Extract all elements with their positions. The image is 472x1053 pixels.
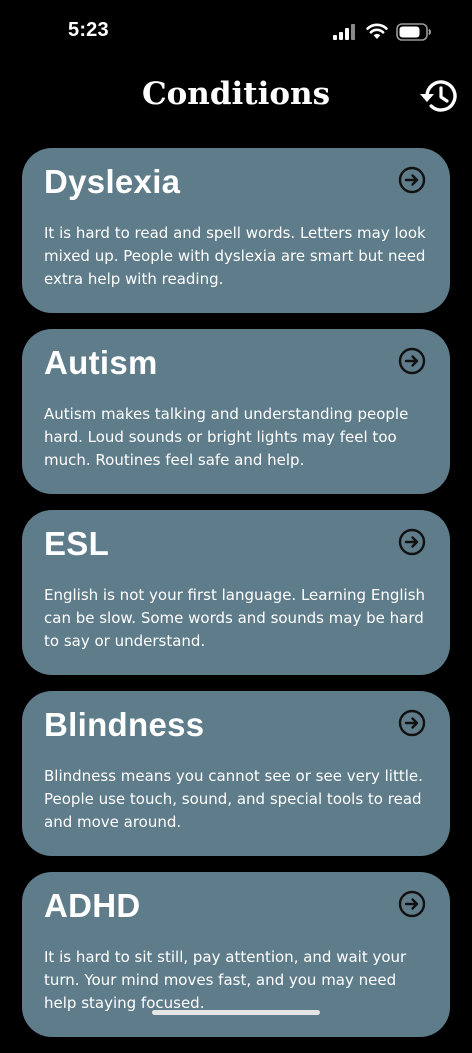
card-title: ESL [44,525,110,562]
signal-icon [333,24,355,40]
conditions-list: Dyslexia It is hard to read and spell wo… [22,148,450,1053]
arrow-right-circle-icon [398,890,426,918]
card-description: Blindness means you cannot see or see ve… [44,767,423,831]
arrow-right-circle-icon [398,709,426,737]
card-description: It is hard to sit still, pay attention, … [44,948,407,1012]
card-arrow-button[interactable] [398,709,426,737]
condition-card-esl[interactable]: ESL English is not your first language. … [22,510,450,675]
card-title: Blindness [44,706,205,743]
battery-icon [396,23,431,41]
status-time: 5:23 [68,19,109,41]
card-description: It is hard to read and spell words. Lett… [44,224,426,288]
card-description: English is not your first language. Lear… [44,586,426,650]
arrow-right-circle-icon [398,347,426,375]
card-arrow-button[interactable] [398,347,426,375]
history-button[interactable] [417,76,463,116]
home-indicator[interactable] [152,1010,320,1015]
wifi-icon [366,23,388,39]
condition-card-dyslexia[interactable]: Dyslexia It is hard to read and spell wo… [22,148,450,313]
condition-card-autism[interactable]: Autism Autism makes talking and understa… [22,329,450,494]
card-arrow-button[interactable] [398,528,426,556]
card-arrow-button[interactable] [398,890,426,918]
status-bar: 5:23 [0,0,472,60]
card-title: Dyslexia [44,163,181,200]
arrow-right-circle-icon [398,166,426,194]
arrow-right-circle-icon [398,528,426,556]
condition-card-blindness[interactable]: Blindness Blindness means you cannot see… [22,691,450,856]
history-icon [420,80,457,112]
card-arrow-button[interactable] [398,166,426,194]
card-title: Autism [44,344,158,381]
card-description: Autism makes talking and understanding p… [44,405,409,469]
card-title: ADHD [44,887,141,924]
page-title: Conditions [141,76,331,112]
